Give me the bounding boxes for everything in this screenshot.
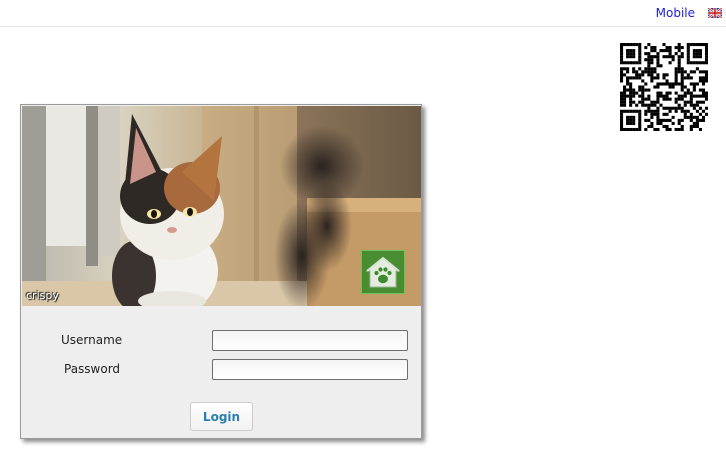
uk-flag-icon[interactable] [708,8,722,18]
home-paw-icon[interactable] [361,250,405,294]
top-bar: Mobile [0,0,726,27]
username-field[interactable] [212,330,408,351]
qr-code-icon [620,43,708,131]
username-label: Username [61,333,123,347]
login-panel: crispy Username Password Login [20,104,422,439]
password-label: Password [64,362,121,376]
photo-caption: crispy [26,289,59,302]
mobile-link[interactable]: Mobile [656,6,695,20]
login-button[interactable]: Login [190,402,253,431]
password-field[interactable] [212,359,408,380]
